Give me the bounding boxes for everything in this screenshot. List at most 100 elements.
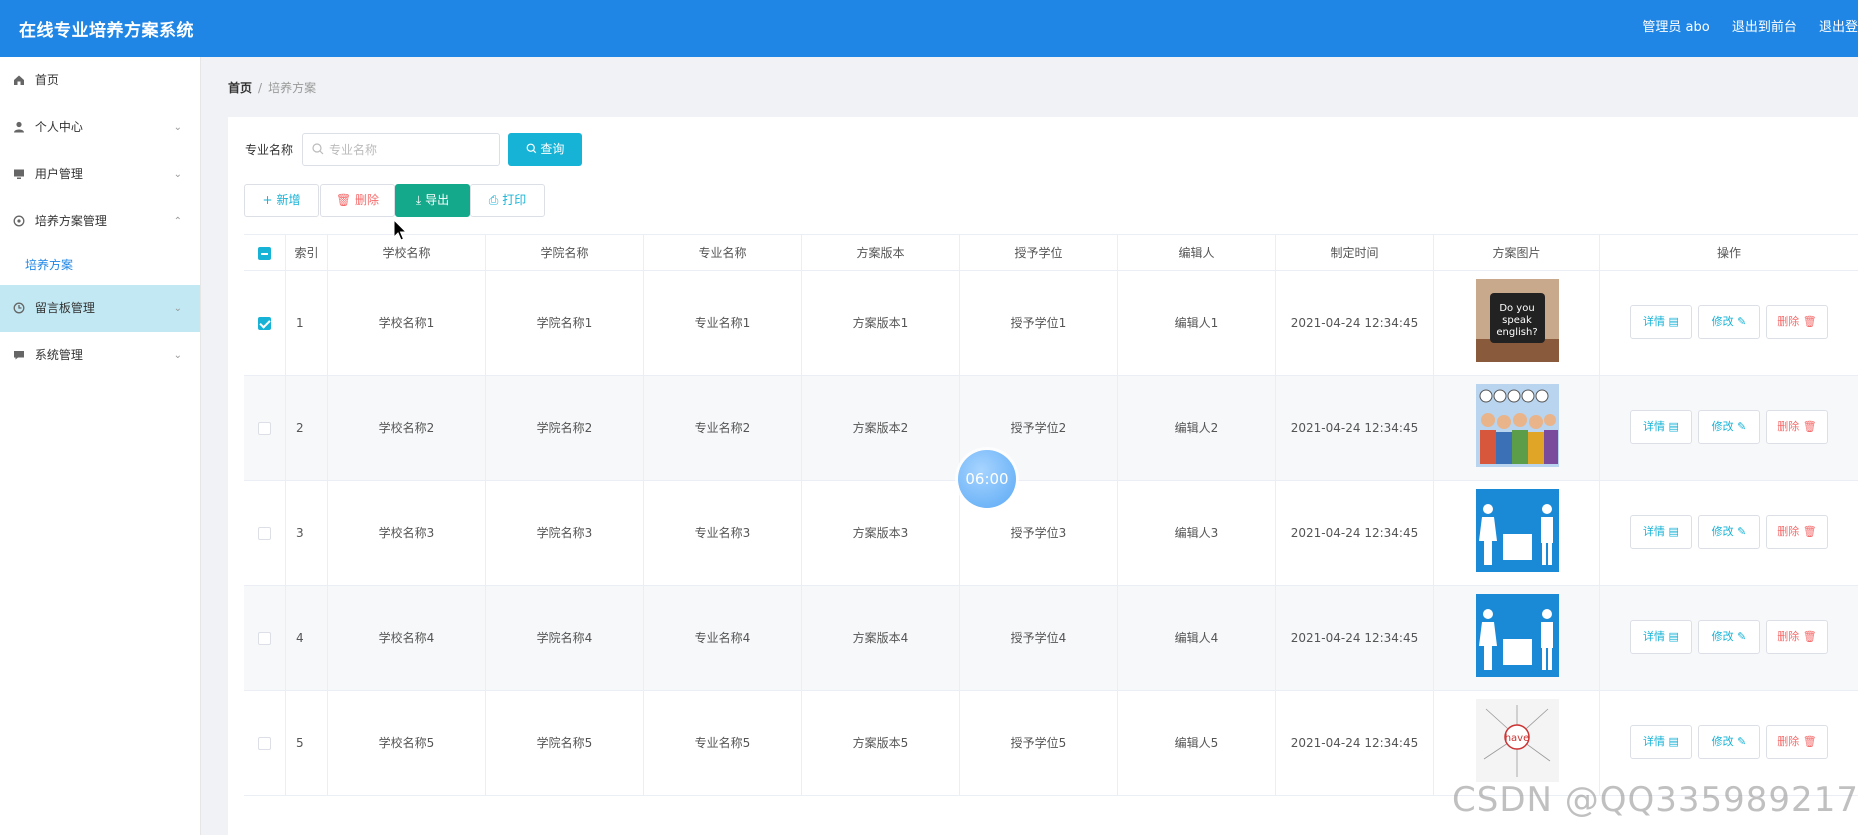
chat-icon (14, 351, 24, 360)
table-cell-index: 1 (286, 271, 328, 376)
table-cell-editor: 编辑人1 (1118, 271, 1276, 376)
table-body: 1 学校名称1 学院名称1 专业名称1 方案版本1 授予学位1 编辑人1 2021-04-24… (244, 271, 1858, 796)
column-header: 编辑人 (1118, 235, 1276, 271)
table-cell-time: 2021-04-24 12:34:45 (1276, 586, 1434, 691)
chevron-down-icon: ⌄ (173, 303, 182, 314)
detail-button-label: 详情 (1643, 630, 1666, 643)
back-to-front-link[interactable]: 退出到前台 (1732, 16, 1797, 35)
edit-button[interactable]: 修改 ✎ (1698, 305, 1760, 339)
breadcrumb-home[interactable]: 首页 (228, 81, 252, 95)
plan-image (1476, 384, 1559, 467)
sidebar-item-home[interactable]: 首页 (0, 57, 200, 104)
table-cell-editor: 编辑人2 (1118, 376, 1276, 481)
sidebar-item-label: 培养方案管理 (34, 214, 107, 228)
plan-image: have (1476, 699, 1559, 782)
detail-button[interactable]: 详情 ▤ (1630, 515, 1692, 549)
row-checkbox[interactable] (258, 527, 271, 540)
search-icon (312, 143, 324, 155)
row-checkbox[interactable] (258, 737, 271, 750)
sidebar-item-plan-management[interactable]: 培养方案管理 ⌃ (0, 198, 200, 245)
delete-button[interactable]: 删除 🗑︎ (1766, 305, 1828, 339)
edit-button-label: 修改 (1711, 315, 1734, 328)
table-cell-editor: 编辑人5 (1118, 691, 1276, 796)
table-cell-index: 4 (286, 586, 328, 691)
table-cell-editor: 编辑人4 (1118, 586, 1276, 691)
monitor-icon (14, 169, 24, 179)
table-cell-image (1434, 481, 1600, 586)
edit-button[interactable]: 修改 ✎ (1698, 725, 1760, 759)
column-header: 专业名称 (644, 235, 802, 271)
table-cell-version: 方案版本1 (802, 271, 960, 376)
detail-button[interactable]: 详情 ▤ (1630, 305, 1692, 339)
sidebar-item-label: 用户管理 (34, 167, 83, 181)
table-cell-editor: 编辑人3 (1118, 481, 1276, 586)
column-header: 制定时间 (1276, 235, 1434, 271)
edit-button[interactable]: 修改 ✎ (1698, 620, 1760, 654)
edit-button[interactable]: 修改 ✎ (1698, 410, 1760, 444)
sidebar-subitem-plan[interactable]: 培养方案 (0, 245, 200, 285)
row-checkbox[interactable] (258, 317, 271, 330)
svg-text:have: have (1505, 733, 1530, 744)
table-cell-school: 学校名称3 (328, 481, 486, 586)
table-cell-college: 学院名称1 (486, 271, 644, 376)
row-select-cell (244, 586, 286, 691)
row-select-cell (244, 691, 286, 796)
pencil-icon: ✎ (1737, 420, 1747, 433)
content-panel: 专业名称 查询 + 新增 🗑︎ 删除 ⤓ 导出 ⎙ 打印 索引 学校名称 学院名… (228, 117, 1858, 835)
top-header: 在线专业培养方案系统 管理员 abo 退出到前台 退出登 (0, 0, 1858, 57)
search-field[interactable] (302, 133, 500, 166)
table-cell-college: 学院名称3 (486, 481, 644, 586)
sidebar-item-user-management[interactable]: 用户管理 ⌄ (0, 151, 200, 198)
trash-icon: 🗑︎ (1802, 630, 1817, 643)
table-cell-actions: 详情 ▤ 修改 ✎ 删除 🗑︎ (1600, 481, 1858, 586)
batch-delete-button[interactable]: 🗑︎ 删除 (320, 184, 395, 217)
detail-button[interactable]: 详情 ▤ (1630, 410, 1692, 444)
edit-button[interactable]: 修改 ✎ (1698, 515, 1760, 549)
table-cell-version: 方案版本5 (802, 691, 960, 796)
detail-button-label: 详情 (1643, 735, 1666, 748)
delete-button[interactable]: 删除 🗑︎ (1766, 620, 1828, 654)
document-icon: ▤ (1668, 735, 1679, 748)
table-cell-version: 方案版本4 (802, 586, 960, 691)
search-input[interactable] (329, 140, 489, 160)
sidebar-item-message-board[interactable]: 留言板管理 ⌄ (0, 285, 200, 332)
row-checkbox[interactable] (258, 632, 271, 645)
delete-button[interactable]: 删除 🗑︎ (1766, 725, 1828, 759)
download-icon: ⤓ (415, 193, 422, 207)
main-content: 首页 / 培养方案 专业名称 查询 + 新增 🗑︎ 删除 ⤓ 导出 ⎙ 打印 索引 (201, 57, 1858, 835)
plan-image (1476, 594, 1559, 677)
table-cell-college: 学院名称4 (486, 586, 644, 691)
select-all-checkbox[interactable] (258, 247, 271, 260)
detail-button-label: 详情 (1643, 525, 1666, 538)
chevron-up-icon: ⌃ (173, 216, 182, 227)
logout-link[interactable]: 退出登 (1819, 16, 1858, 35)
row-select-cell (244, 481, 286, 586)
print-button[interactable]: ⎙ 打印 (470, 184, 545, 217)
export-button-label: 导出 (425, 193, 450, 207)
delete-button[interactable]: 删除 🗑︎ (1766, 515, 1828, 549)
table-cell-image: Do you speak english? (1434, 271, 1600, 376)
detail-button[interactable]: 详情 ▤ (1630, 620, 1692, 654)
export-button[interactable]: ⤓ 导出 (395, 184, 470, 217)
table-cell-time: 2021-04-24 12:34:45 (1276, 481, 1434, 586)
document-icon: ▤ (1668, 420, 1679, 433)
detail-button[interactable]: 详情 ▤ (1630, 725, 1692, 759)
print-button-label: 打印 (502, 193, 527, 207)
query-button[interactable]: 查询 (508, 133, 582, 166)
printer-icon: ⎙ (488, 193, 499, 207)
pencil-icon: ✎ (1737, 735, 1747, 748)
add-button-label: 新增 (276, 193, 301, 207)
table-row: 3 学校名称3 学院名称3 专业名称3 方案版本3 授予学位3 编辑人3 2021-04-24… (244, 481, 1858, 586)
edit-button-label: 修改 (1711, 735, 1734, 748)
delete-button-label: 删除 (1777, 315, 1800, 328)
table-row: 2 学校名称2 学院名称2 专业名称2 方案版本2 授予学位2 编辑人2 2021-04-24… (244, 376, 1858, 481)
document-icon: ▤ (1668, 525, 1679, 538)
plus-icon: + (262, 193, 273, 207)
svg-text:Do you: Do you (1499, 303, 1534, 314)
column-header: 方案图片 (1434, 235, 1600, 271)
sidebar-item-personal-center[interactable]: 个人中心 ⌄ (0, 104, 200, 151)
add-button[interactable]: + 新增 (244, 184, 319, 217)
row-checkbox[interactable] (258, 422, 271, 435)
sidebar-item-system-management[interactable]: 系统管理 ⌄ (0, 332, 200, 379)
delete-button[interactable]: 删除 🗑︎ (1766, 410, 1828, 444)
